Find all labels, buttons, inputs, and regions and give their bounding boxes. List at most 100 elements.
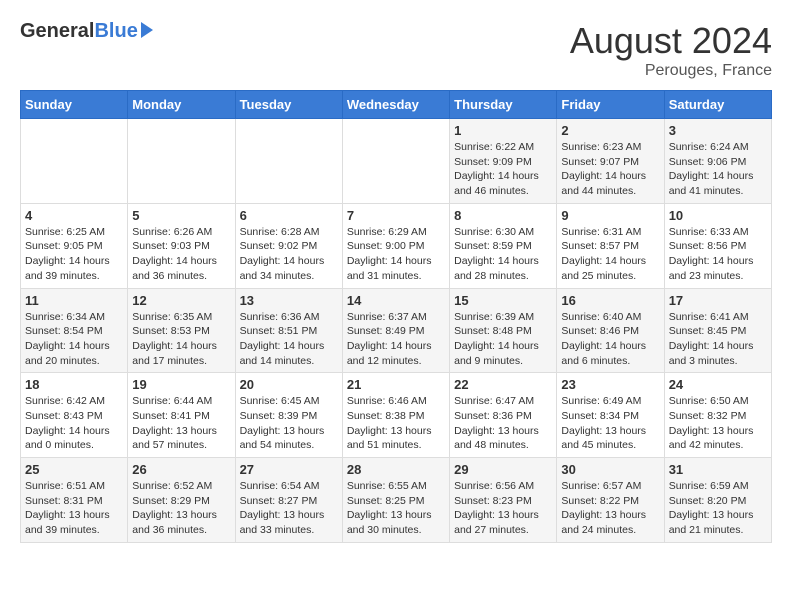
day-number: 29 (454, 462, 552, 477)
day-info: Sunrise: 6:56 AM Sunset: 8:23 PM Dayligh… (454, 479, 552, 538)
week-row-1: 1 Sunrise: 6:22 AM Sunset: 9:09 PM Daylig… (21, 119, 772, 204)
day-cell: 9Sunrise: 6:31 AM Sunset: 8:57 PM Daylig… (557, 203, 664, 288)
week-row-4: 18Sunrise: 6:42 AM Sunset: 8:43 PM Dayli… (21, 373, 772, 458)
header-cell-friday: Friday (557, 91, 664, 119)
day-number: 6 (240, 208, 338, 223)
day-info: Sunrise: 6:33 AM Sunset: 8:56 PM Dayligh… (669, 225, 767, 284)
day-cell: 16 Sunrise: 6:40 AM Sunset: 8:46 PM Dayli… (557, 288, 664, 373)
day-info: Sunrise: 6:31 AM Sunset: 8:57 PM Dayligh… (561, 225, 659, 284)
day-cell: 25 Sunrise: 6:51 AM Sunset: 8:31 PM Dayli… (21, 458, 128, 543)
day-cell: 12Sunrise: 6:35 AM Sunset: 8:53 PM Dayli… (128, 288, 235, 373)
day-number: 1 (454, 123, 552, 138)
day-number: 16 (561, 293, 659, 308)
day-number: 25 (25, 462, 123, 477)
day-info: Sunrise: 6:34 AM Sunset: 8:54 PM Dayligh… (25, 310, 123, 369)
day-cell: 14 Sunrise: 6:37 AM Sunset: 8:49 PM Dayli… (342, 288, 449, 373)
header-row: SundayMondayTuesdayWednesdayThursdayFrid… (21, 91, 772, 119)
day-cell: 13 Sunrise: 6:36 AM Sunset: 8:51 PM Dayli… (235, 288, 342, 373)
day-info: Sunrise: 6:26 AM Sunset: 9:03 PM Dayligh… (132, 225, 230, 284)
header-cell-wednesday: Wednesday (342, 91, 449, 119)
day-cell: 31 Sunrise: 6:59 AM Sunset: 8:20 PM Dayli… (664, 458, 771, 543)
day-number: 5 (132, 208, 230, 223)
day-number: 15 (454, 293, 552, 308)
day-info: Sunrise: 6:59 AM Sunset: 8:20 PM Dayligh… (669, 479, 767, 538)
day-info: Sunrise: 6:37 AM Sunset: 8:49 PM Dayligh… (347, 310, 445, 369)
day-cell: 23 Sunrise: 6:49 AM Sunset: 8:34 PM Dayli… (557, 373, 664, 458)
day-cell: 4 Sunrise: 6:25 AM Sunset: 9:05 PM Daylig… (21, 203, 128, 288)
day-info: Sunrise: 6:44 AM Sunset: 8:41 PM Dayligh… (132, 394, 230, 453)
day-cell: 27Sunrise: 6:54 AM Sunset: 8:27 PM Dayli… (235, 458, 342, 543)
day-info: Sunrise: 6:49 AM Sunset: 8:34 PM Dayligh… (561, 394, 659, 453)
day-number: 31 (669, 462, 767, 477)
day-info: Sunrise: 6:40 AM Sunset: 8:46 PM Dayligh… (561, 310, 659, 369)
day-number: 19 (132, 377, 230, 392)
day-cell: 30Sunrise: 6:57 AM Sunset: 8:22 PM Dayli… (557, 458, 664, 543)
day-info: Sunrise: 6:52 AM Sunset: 8:29 PM Dayligh… (132, 479, 230, 538)
title-block: August 2024 Perouges, France (570, 20, 772, 80)
day-cell: 5 Sunrise: 6:26 AM Sunset: 9:03 PM Daylig… (128, 203, 235, 288)
day-cell: 29 Sunrise: 6:56 AM Sunset: 8:23 PM Dayli… (450, 458, 557, 543)
day-info: Sunrise: 6:45 AM Sunset: 8:39 PM Dayligh… (240, 394, 338, 453)
day-number: 26 (132, 462, 230, 477)
logo: General Blue (20, 20, 153, 43)
day-cell: 15 Sunrise: 6:39 AM Sunset: 8:48 PM Dayli… (450, 288, 557, 373)
day-cell: 20Sunrise: 6:45 AM Sunset: 8:39 PM Dayli… (235, 373, 342, 458)
day-cell: 22Sunrise: 6:47 AM Sunset: 8:36 PM Dayli… (450, 373, 557, 458)
week-row-3: 11Sunrise: 6:34 AM Sunset: 8:54 PM Dayli… (21, 288, 772, 373)
day-cell (235, 119, 342, 204)
header-cell-saturday: Saturday (664, 91, 771, 119)
day-info: Sunrise: 6:50 AM Sunset: 8:32 PM Dayligh… (669, 394, 767, 453)
day-number: 7 (347, 208, 445, 223)
day-number: 4 (25, 208, 123, 223)
month-title: August 2024 (570, 20, 772, 62)
day-cell: 17Sunrise: 6:41 AM Sunset: 8:45 PM Dayli… (664, 288, 771, 373)
day-cell (342, 119, 449, 204)
location-subtitle: Perouges, France (570, 62, 772, 80)
header-cell-monday: Monday (128, 91, 235, 119)
day-cell: 24 Sunrise: 6:50 AM Sunset: 8:32 PM Dayli… (664, 373, 771, 458)
header-cell-thursday: Thursday (450, 91, 557, 119)
day-cell: 3 Sunrise: 6:24 AM Sunset: 9:06 PM Daylig… (664, 119, 771, 204)
day-info: Sunrise: 6:25 AM Sunset: 9:05 PM Dayligh… (25, 225, 123, 284)
day-number: 2 (561, 123, 659, 138)
day-cell: 7 Sunrise: 6:29 AM Sunset: 9:00 PM Daylig… (342, 203, 449, 288)
day-number: 24 (669, 377, 767, 392)
day-info: Sunrise: 6:24 AM Sunset: 9:06 PM Dayligh… (669, 140, 767, 199)
week-row-2: 4 Sunrise: 6:25 AM Sunset: 9:05 PM Daylig… (21, 203, 772, 288)
header-cell-sunday: Sunday (21, 91, 128, 119)
day-cell: 26 Sunrise: 6:52 AM Sunset: 8:29 PM Dayli… (128, 458, 235, 543)
day-info: Sunrise: 6:51 AM Sunset: 8:31 PM Dayligh… (25, 479, 123, 538)
day-info: Sunrise: 6:39 AM Sunset: 8:48 PM Dayligh… (454, 310, 552, 369)
day-number: 23 (561, 377, 659, 392)
logo-arrow-icon (141, 22, 153, 38)
day-info: Sunrise: 6:55 AM Sunset: 8:25 PM Dayligh… (347, 479, 445, 538)
day-cell: 19 Sunrise: 6:44 AM Sunset: 8:41 PM Dayli… (128, 373, 235, 458)
day-number: 28 (347, 462, 445, 477)
day-info: Sunrise: 6:54 AM Sunset: 8:27 PM Dayligh… (240, 479, 338, 538)
day-number: 12 (132, 293, 230, 308)
logo-blue-text: Blue (94, 20, 137, 43)
day-number: 3 (669, 123, 767, 138)
day-info: Sunrise: 6:22 AM Sunset: 9:09 PM Dayligh… (454, 140, 552, 199)
day-cell: 21 Sunrise: 6:46 AM Sunset: 8:38 PM Dayli… (342, 373, 449, 458)
day-info: Sunrise: 6:23 AM Sunset: 9:07 PM Dayligh… (561, 140, 659, 199)
day-info: Sunrise: 6:46 AM Sunset: 8:38 PM Dayligh… (347, 394, 445, 453)
day-cell: 1 Sunrise: 6:22 AM Sunset: 9:09 PM Daylig… (450, 119, 557, 204)
day-number: 21 (347, 377, 445, 392)
day-info: Sunrise: 6:29 AM Sunset: 9:00 PM Dayligh… (347, 225, 445, 284)
day-cell (21, 119, 128, 204)
day-number: 13 (240, 293, 338, 308)
day-number: 30 (561, 462, 659, 477)
day-cell: 2 Sunrise: 6:23 AM Sunset: 9:07 PM Daylig… (557, 119, 664, 204)
logo-general-text: General (20, 20, 94, 43)
day-cell: 6 Sunrise: 6:28 AM Sunset: 9:02 PM Daylig… (235, 203, 342, 288)
day-info: Sunrise: 6:41 AM Sunset: 8:45 PM Dayligh… (669, 310, 767, 369)
day-info: Sunrise: 6:28 AM Sunset: 9:02 PM Dayligh… (240, 225, 338, 284)
calendar-body: 1 Sunrise: 6:22 AM Sunset: 9:09 PM Daylig… (21, 119, 772, 543)
day-cell: 11Sunrise: 6:34 AM Sunset: 8:54 PM Dayli… (21, 288, 128, 373)
calendar-header: SundayMondayTuesdayWednesdayThursdayFrid… (21, 91, 772, 119)
day-info: Sunrise: 6:36 AM Sunset: 8:51 PM Dayligh… (240, 310, 338, 369)
day-number: 14 (347, 293, 445, 308)
week-row-5: 25 Sunrise: 6:51 AM Sunset: 8:31 PM Dayli… (21, 458, 772, 543)
day-cell: 10Sunrise: 6:33 AM Sunset: 8:56 PM Dayli… (664, 203, 771, 288)
